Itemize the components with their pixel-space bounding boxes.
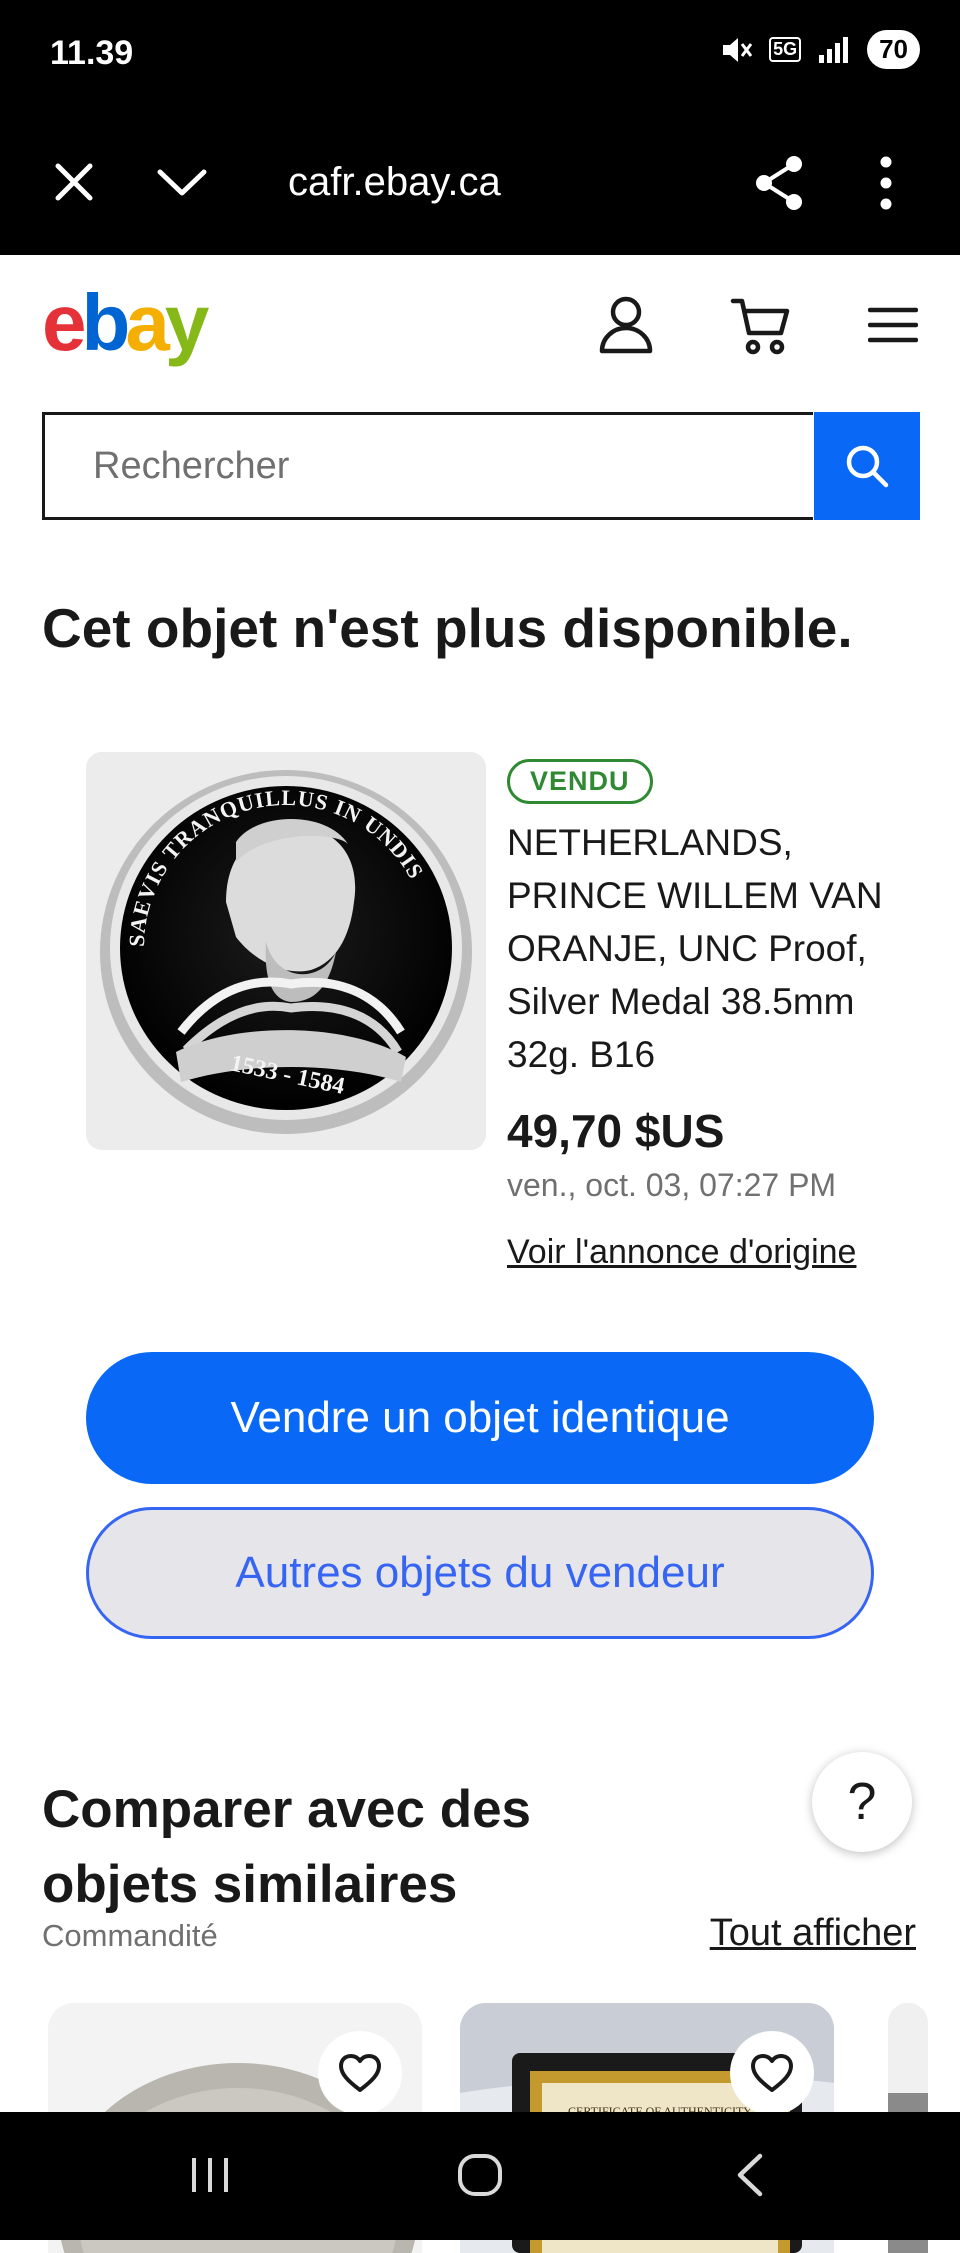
chevron-down-icon[interactable] [156, 166, 208, 198]
watch-button[interactable] [318, 2031, 402, 2115]
heart-icon [751, 2054, 793, 2092]
search-icon [846, 445, 889, 488]
item-price: 49,70 $US [507, 1105, 725, 1157]
watch-button[interactable] [730, 2031, 814, 2115]
sold-badge: VENDU [507, 759, 653, 804]
status-icons: 5G 70 [719, 30, 920, 69]
search-button[interactable] [814, 412, 920, 520]
home-icon[interactable] [456, 2152, 504, 2198]
battery-level: 70 [867, 30, 920, 69]
search-input[interactable] [45, 415, 813, 517]
seller-other-items-button[interactable]: Autres objets du vendeur [86, 1507, 874, 1639]
compare-section-title: Comparer avec des objets similaires [42, 1780, 532, 1914]
cart-icon[interactable] [730, 295, 792, 357]
signal-icon [819, 36, 849, 63]
more-options-icon[interactable] [876, 156, 896, 210]
item-image[interactable]: SAEVIS TRANQUILLUS IN UNDIS 1533 - 1584 [86, 752, 486, 1150]
heart-icon [339, 2054, 381, 2092]
help-button[interactable]: ? [812, 1752, 912, 1852]
mute-icon [723, 37, 753, 62]
clock: 11.39 [50, 34, 134, 72]
network-label: 5G [769, 37, 802, 62]
logo-letter-b: b [81, 278, 131, 367]
share-icon[interactable] [752, 154, 808, 212]
account-icon[interactable] [598, 295, 654, 355]
back-icon[interactable] [732, 2152, 768, 2198]
search-bar [42, 412, 920, 520]
see-all-link[interactable]: Tout afficher [710, 1912, 916, 1955]
sold-date: ven., oct. 03, 07:27 PM [507, 1167, 837, 1203]
close-icon[interactable] [52, 160, 96, 204]
original-listing-link[interactable]: Voir l'annonce d'origine [507, 1233, 856, 1272]
page-title: Cet objet n'est plus disponible. [42, 597, 853, 659]
system-nav-bar [0, 2112, 960, 2240]
logo-letter-a: a [125, 278, 169, 367]
sponsored-label: Commandité [42, 1918, 218, 1953]
item-title[interactable]: NETHERLANDS, PRINCE WILLEM VAN ORANJE, U… [507, 816, 907, 1081]
ebay-logo[interactable]: ebay [42, 277, 209, 369]
logo-letter-e: e [42, 278, 86, 367]
site-header: ebay [0, 255, 960, 400]
hamburger-menu-icon[interactable] [868, 307, 918, 343]
sell-similar-button[interactable]: Vendre un objet identique [86, 1352, 874, 1484]
search-box [42, 412, 813, 520]
url-bar[interactable]: cafr.ebay.ca [288, 160, 501, 205]
status-bar: 11.39 5G 70 [0, 0, 960, 110]
browser-toolbar: cafr.ebay.ca [0, 110, 960, 255]
recent-apps-icon[interactable] [188, 2154, 232, 2196]
logo-letter-y: y [164, 278, 209, 367]
